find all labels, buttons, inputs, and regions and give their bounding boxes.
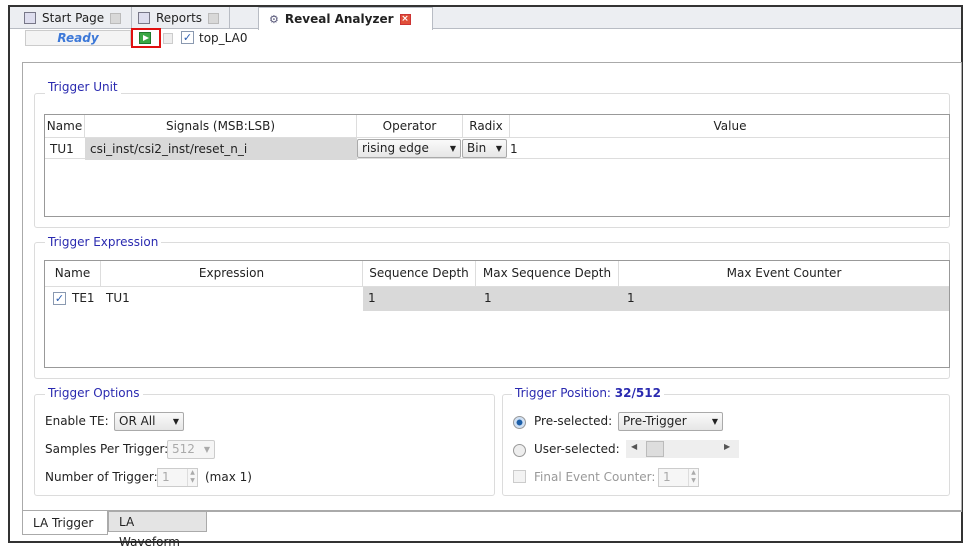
table-row[interactable]: TU1 csi_inst/csi2_inst/reset_n_i rising … (45, 137, 949, 160)
trigger-position-title: Trigger Position: 32/512 (512, 386, 664, 400)
userselected-label: User-selected: (534, 442, 620, 456)
userselected-radio[interactable] (513, 444, 526, 457)
preselected-label: Pre-selected: (534, 414, 613, 428)
core-label: top_LA0 (199, 31, 248, 45)
run-trigger-button[interactable] (139, 32, 151, 44)
tab-la-waveform[interactable]: LA Waveform (108, 511, 207, 549)
tab-la-trigger[interactable]: LA Trigger (22, 511, 108, 535)
spinner-arrows-icon[interactable]: ▲ ▼ (187, 469, 197, 486)
num-trigger-max: (max 1) (205, 470, 252, 484)
expression-cell[interactable]: TU1 (101, 287, 363, 309)
operator-select[interactable]: rising edge ▼ (357, 139, 461, 158)
expression-checkbox[interactable]: ✓ (53, 292, 66, 305)
preselected-value: Pre-Trigger (623, 414, 687, 428)
chevron-down-icon: ▼ (449, 144, 456, 153)
column-header[interactable]: Operator (357, 115, 463, 137)
signal-cell[interactable]: csi_inst/csi2_inst/reset_n_i (85, 138, 357, 160)
column-header[interactable]: Name (45, 261, 101, 286)
num-trigger-label: Number of Trigger: (45, 470, 158, 484)
stop-icon[interactable] (163, 33, 173, 44)
column-header[interactable]: Name (45, 115, 85, 137)
max-sequence-depth-cell: 1 (476, 287, 619, 311)
final-counter-spinner[interactable]: 1 ▲ ▼ (658, 468, 699, 487)
trigger-expression-title: Trigger Expression (45, 235, 162, 249)
trigger-expression-table: Name Expression Sequence Depth Max Seque… (44, 260, 950, 368)
trigger-position-label: Trigger Position: (515, 386, 611, 400)
tab-label: Start Page (42, 11, 105, 25)
final-counter-label: Final Event Counter: (534, 470, 656, 484)
column-header[interactable]: Sequence Depth (363, 261, 476, 286)
table-row[interactable]: ✓ TE1 TU1 1 1 1 (45, 286, 949, 311)
enable-te-select[interactable]: OR All ▼ (114, 412, 184, 431)
final-counter-checkbox[interactable] (513, 470, 526, 483)
enable-te-label: Enable TE: (45, 414, 109, 428)
chevron-down-icon: ▼ (711, 417, 718, 426)
column-header[interactable]: Expression (101, 261, 363, 286)
tab-reveal-analyzer[interactable]: ⚙ Reveal Analyzer × (258, 7, 433, 30)
chevron-down-icon: ▼ (203, 445, 210, 454)
status-indicator: Ready (25, 30, 131, 46)
trigger-position-value: 32/512 (614, 386, 661, 400)
max-event-counter-cell: 1 (619, 287, 949, 311)
final-counter-value: 1 (663, 470, 671, 484)
tab-reports[interactable]: Reports (128, 7, 231, 29)
samples-value: 512 (172, 442, 195, 456)
column-header[interactable]: Value (510, 115, 950, 137)
column-header[interactable]: Radix (463, 115, 510, 137)
tab-label: Reveal Analyzer (284, 12, 394, 26)
arrow-right-icon[interactable]: ▶ (724, 442, 730, 451)
trigger-unit-table: Name Signals (MSB:LSB) Operator Radix Va… (44, 114, 950, 217)
position-slider[interactable]: ◀ ▶ (626, 440, 739, 458)
unit-name: TU1 (50, 142, 74, 156)
spinner-arrows-icon[interactable]: ▲ ▼ (688, 469, 698, 486)
tab-start-page[interactable]: Start Page (14, 7, 133, 29)
column-header[interactable]: Max Event Counter (619, 261, 949, 286)
close-icon[interactable] (110, 12, 122, 24)
operator-value: rising edge (362, 141, 429, 155)
start-page-icon (24, 12, 36, 24)
core-checkbox[interactable]: ✓ (181, 31, 194, 44)
trigger-unit-title: Trigger Unit (45, 80, 121, 94)
radix-value: Bin (467, 141, 487, 155)
chevron-down-icon: ▼ (172, 417, 179, 426)
slider-thumb[interactable] (646, 441, 664, 457)
enable-te-value: OR All (119, 414, 156, 428)
arrow-left-icon[interactable]: ◀ (631, 442, 637, 451)
samples-select[interactable]: 512 ▼ (167, 440, 215, 459)
tab-label: Reports (156, 11, 203, 25)
close-icon[interactable]: × (399, 13, 411, 25)
column-header[interactable]: Signals (MSB:LSB) (85, 115, 357, 137)
samples-label: Samples Per Trigger: (45, 442, 169, 456)
column-header[interactable]: Max Sequence Depth (476, 261, 619, 286)
reveal-analyzer-icon: ⚙ (269, 12, 279, 26)
close-icon[interactable] (208, 12, 220, 24)
sequence-depth-cell[interactable]: 1 (363, 287, 476, 311)
expression-name: TE1 (72, 291, 95, 305)
num-trigger-value: 1 (162, 470, 170, 484)
trigger-options-title: Trigger Options (45, 386, 143, 400)
chevron-down-icon: ▼ (495, 144, 502, 153)
reports-icon (138, 12, 150, 24)
preselected-select[interactable]: Pre-Trigger ▼ (618, 412, 723, 431)
value-cell[interactable]: 1 (507, 138, 947, 160)
num-trigger-spinner[interactable]: 1 ▲ ▼ (157, 468, 198, 487)
radix-select[interactable]: Bin ▼ (462, 139, 507, 158)
preselected-radio[interactable] (513, 416, 526, 429)
